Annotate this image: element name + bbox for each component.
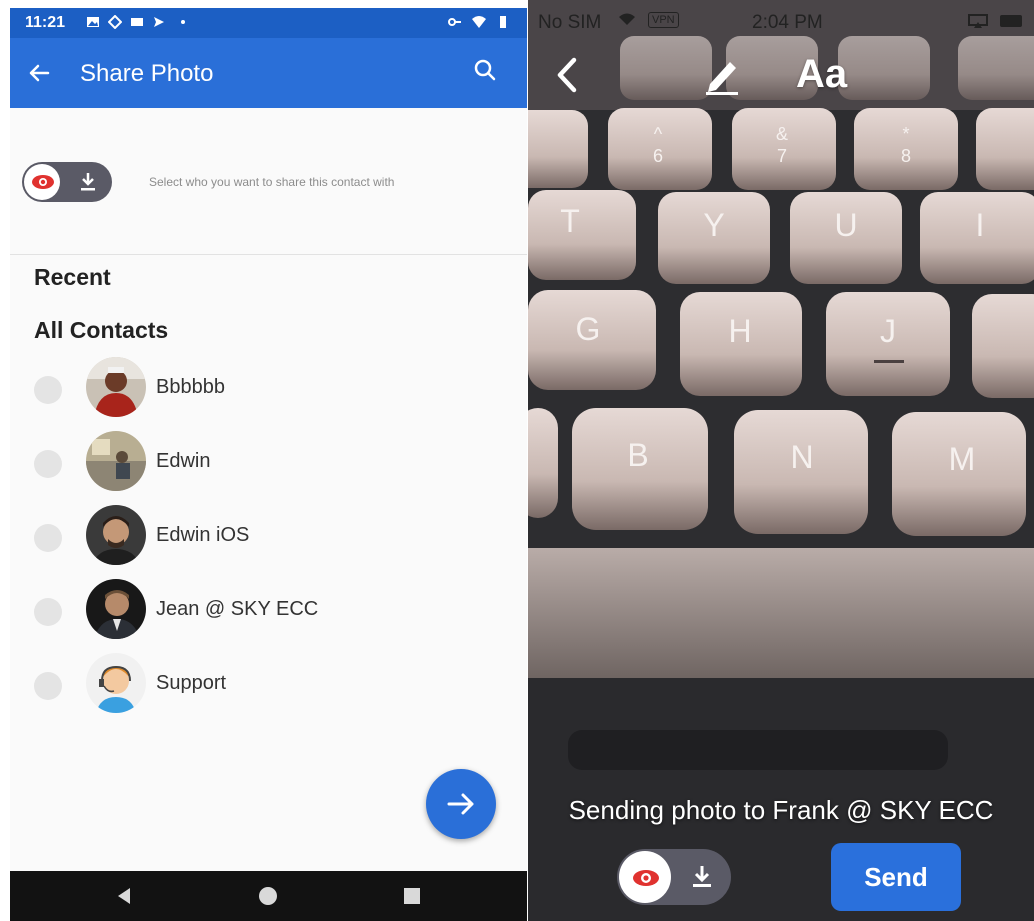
all-contacts-heading: All Contacts: [34, 317, 169, 343]
ios-photo-share-screen: T Y U I G H J B N M ^ 6 & 7 * 8 No SIM VPN …: [528, 0, 1034, 921]
svg-text:T: T: [560, 203, 580, 239]
avatar: [86, 505, 146, 565]
vpn-badge: VPN: [648, 12, 679, 28]
svg-text:8: 8: [901, 146, 911, 166]
select-radio[interactable]: [34, 672, 62, 700]
ios-status-bar: No SIM VPN 2:04 PM: [528, 0, 1034, 38]
avatar: [86, 653, 146, 713]
contact-name: Support: [156, 672, 227, 694]
contact-row[interactable]: Edwin iOS: [10, 502, 527, 572]
contact-row[interactable]: Bbbbbb: [10, 354, 527, 424]
arrow-right-icon: [447, 793, 474, 815]
svg-text:&: &: [776, 124, 788, 144]
battery-icon: [500, 16, 506, 28]
contact-row[interactable]: Jean @ SKY ECC: [10, 576, 527, 646]
contact-name: Bbbbbb: [156, 376, 225, 398]
nav-home-icon[interactable]: [258, 886, 278, 906]
android-nav-bar: [10, 871, 527, 921]
svg-text:*: *: [902, 124, 909, 144]
send-icon: [154, 17, 164, 27]
svg-text:J: J: [880, 313, 896, 349]
avatar: [86, 431, 146, 491]
recent-heading: Recent: [34, 264, 111, 290]
contact-row[interactable]: Support: [10, 650, 527, 720]
app-bar: Share Photo: [10, 38, 527, 108]
share-mode-row: Select who you want to share this contac…: [10, 108, 527, 255]
next-button[interactable]: [426, 769, 496, 839]
pencil-icon[interactable]: [702, 54, 742, 96]
select-radio[interactable]: [34, 376, 62, 404]
contact-name: Jean @ SKY ECC: [156, 598, 319, 620]
send-button[interactable]: Send: [831, 843, 961, 911]
svg-text:H: H: [728, 313, 751, 349]
svg-text:^: ^: [654, 124, 663, 144]
svg-text:U: U: [834, 207, 857, 243]
svg-text:N: N: [790, 439, 813, 475]
android-status-bar: 11:21: [10, 8, 527, 38]
battery-icon: [1000, 15, 1022, 27]
avatar: [86, 357, 146, 417]
carrier-text: No SIM: [538, 12, 602, 33]
sync-icon: [108, 15, 122, 29]
cast-icon: [131, 18, 143, 26]
contact-name: Edwin: [156, 450, 211, 472]
view-download-toggle[interactable]: [617, 849, 731, 905]
nav-back-icon[interactable]: [114, 886, 134, 906]
download-icon: [693, 866, 711, 887]
status-time: 2:04 PM: [752, 12, 823, 33]
nav-recents-icon[interactable]: [402, 886, 422, 906]
page-title: Share Photo: [80, 60, 214, 87]
toggle-knob: [24, 164, 60, 200]
svg-text:I: I: [976, 207, 985, 243]
vpn-key-icon: [448, 18, 461, 26]
dot-icon: [181, 20, 185, 24]
back-arrow-icon[interactable]: [24, 58, 54, 88]
eye-icon: [32, 175, 54, 189]
airplay-icon: [968, 14, 988, 28]
view-download-toggle[interactable]: [22, 162, 112, 202]
svg-text:6: 6: [653, 146, 663, 166]
back-chevron-icon[interactable]: [552, 56, 582, 94]
svg-text:Y: Y: [703, 207, 724, 243]
android-share-screen: 11:21 Share Photo Select who you want to…: [10, 8, 527, 921]
select-radio[interactable]: [34, 524, 62, 552]
svg-text:B: B: [627, 437, 648, 473]
gallery-icon: [87, 17, 99, 27]
contact-name: Edwin iOS: [156, 524, 250, 546]
photo-preview: T Y U I G H J B N M ^6 &7 *8: [528, 0, 1034, 921]
contact-row[interactable]: Edwin: [10, 428, 527, 498]
status-time: 11:21: [25, 14, 66, 31]
svg-text:G: G: [576, 311, 601, 347]
svg-text:M: M: [949, 441, 976, 477]
toggle-knob: [619, 851, 671, 903]
eye-icon: [633, 870, 659, 886]
avatar: [86, 579, 146, 639]
wifi-icon: [619, 13, 635, 25]
share-hint-text: Select who you want to share this contac…: [149, 175, 395, 189]
download-icon: [81, 173, 95, 191]
text-tool-button[interactable]: Aa: [796, 52, 847, 97]
wifi-icon: [472, 16, 486, 28]
select-radio[interactable]: [34, 450, 62, 478]
search-icon[interactable]: [470, 56, 500, 86]
svg-text:7: 7: [777, 146, 787, 166]
select-radio[interactable]: [34, 598, 62, 626]
sending-caption: Sending photo to Frank @ SKY ECC: [568, 795, 994, 825]
